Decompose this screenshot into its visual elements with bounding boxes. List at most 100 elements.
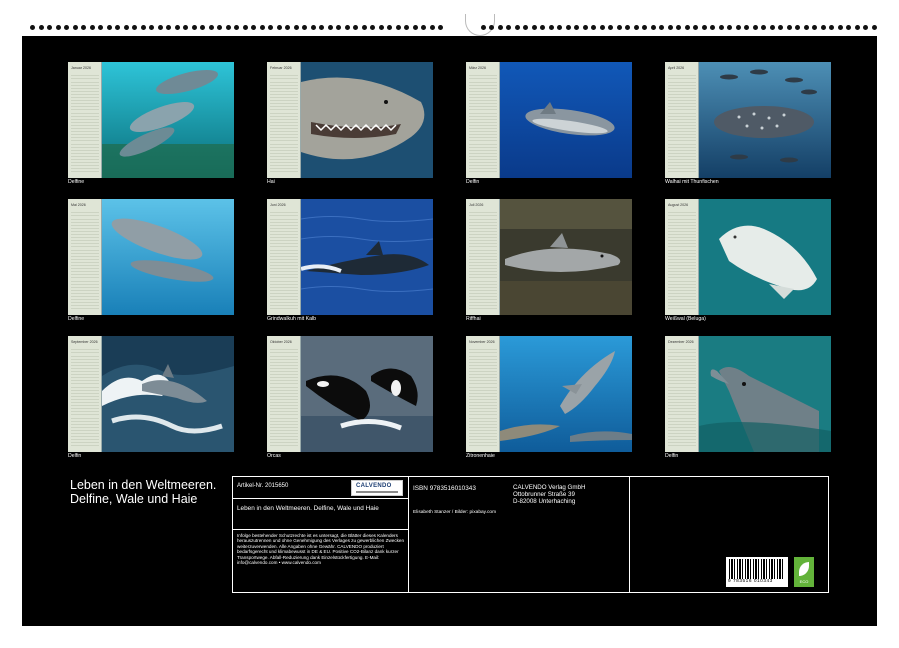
binding-hole xyxy=(574,25,579,30)
calvendo-logo: CALVENDO xyxy=(351,480,403,496)
binding-hole xyxy=(430,25,435,30)
month-name: Januar 2026 xyxy=(71,66,91,70)
dolphin-pod-photo xyxy=(102,62,234,178)
imprint-column-publisher: ISBN 9783516010343 CALVENDO Verlag GmbH … xyxy=(409,477,630,592)
month-name: Juni 2026 xyxy=(270,203,286,207)
binding-hole xyxy=(294,25,299,30)
binding-hole xyxy=(617,25,622,30)
binding-hole xyxy=(421,25,426,30)
calendar-title: Leben in den Weltmeeren. Delfine, Wale u… xyxy=(70,478,230,506)
binding-hole xyxy=(200,25,205,30)
month-name: März 2026 xyxy=(469,66,486,70)
month-name: Februar 2026 xyxy=(270,66,292,70)
reef-shark-photo xyxy=(500,199,632,315)
shark-closeup-photo xyxy=(301,62,433,178)
calendar-grid: April 2026 xyxy=(665,62,699,178)
month-name: Dezember 2026 xyxy=(668,340,694,344)
month-name: August 2026 xyxy=(668,203,688,207)
binding-hole xyxy=(396,25,401,30)
binding-hole xyxy=(387,25,392,30)
binding-hole xyxy=(243,25,248,30)
binding-hole xyxy=(583,25,588,30)
binding-hole xyxy=(285,25,290,30)
calendar-grid: März 2026 xyxy=(466,62,500,178)
lemon-sharks-photo xyxy=(500,336,632,452)
binding-hole xyxy=(260,25,265,30)
binding-hole xyxy=(659,25,664,30)
binding-hole xyxy=(693,25,698,30)
beluga-photo xyxy=(699,199,831,315)
binding-hole xyxy=(345,25,350,30)
binding-hole xyxy=(540,25,545,30)
binding-hole xyxy=(736,25,741,30)
dolphin-head-photo xyxy=(699,336,831,452)
calendar-grid: November 2026 xyxy=(466,336,500,452)
calendar-grid: Januar 2026 xyxy=(68,62,102,178)
binding-hole xyxy=(166,25,171,30)
binding-hole xyxy=(107,25,112,30)
binding-hole xyxy=(498,25,503,30)
month-caption: Grindwalkuh mit Kalb xyxy=(267,316,316,322)
month-name: November 2026 xyxy=(469,340,495,344)
binding-hole xyxy=(47,25,52,30)
month-caption: Delfine xyxy=(68,316,84,322)
binding-hole xyxy=(311,25,316,30)
binding-hole xyxy=(336,25,341,30)
binding-hole xyxy=(183,25,188,30)
binding-hole xyxy=(634,25,639,30)
month-tile-januar: Januar 2026 Delfine xyxy=(68,62,234,192)
binding-hole xyxy=(804,25,809,30)
binding-hole xyxy=(855,25,860,30)
calendar-back-sheet: Januar 2026 Delfine Februar 2026 xyxy=(22,36,877,626)
month-name: April 2026 xyxy=(668,66,684,70)
calendar-grid: Februar 2026 xyxy=(267,62,301,178)
binding-hole xyxy=(668,25,673,30)
month-tile-april: April 2026 Walhai mit Thunfischen xyxy=(665,62,831,192)
publisher-address: CALVENDO Verlag GmbH Ottobrunner Straße … xyxy=(513,484,623,505)
calendar-grid: Oktober 2026 xyxy=(267,336,301,452)
binding-hole xyxy=(591,25,596,30)
eco-leaf-icon: ECO xyxy=(794,557,814,587)
photo-credit: Elisabeth Stanzer / Bilder: pixabay.com xyxy=(413,510,496,515)
binding-hole xyxy=(353,25,358,30)
binding-hole xyxy=(770,25,775,30)
month-tile-februar: Februar 2026 Hai xyxy=(267,62,433,192)
month-tile-dezember: Dezember 2026 Delfin xyxy=(665,336,831,466)
binding-hole xyxy=(217,25,222,30)
binding-hole xyxy=(719,25,724,30)
binding-hole xyxy=(506,25,511,30)
binding-hole xyxy=(192,25,197,30)
month-caption: Delfin xyxy=(466,179,479,185)
calendar-grid: Mai 2026 xyxy=(68,199,102,315)
binding-hole xyxy=(158,25,163,30)
binding-hole xyxy=(438,25,443,30)
binding-hole xyxy=(277,25,282,30)
binding-hole xyxy=(821,25,826,30)
month-tile-juli: Juli 2026 Riffhai xyxy=(466,199,632,329)
month-caption: Zitronenhaie xyxy=(466,453,495,459)
binding-hole xyxy=(608,25,613,30)
month-name: Juli 2026 xyxy=(469,203,483,207)
pilot-whale-photo xyxy=(301,199,433,315)
month-tile-november: November 2026 Zitronenhaie xyxy=(466,336,632,466)
binding-hole xyxy=(787,25,792,30)
calendar-grid: September 2026 xyxy=(68,336,102,452)
binding-hole xyxy=(515,25,520,30)
calendar-subtitle: Leben in den Weltmeeren. Delfine, Wale u… xyxy=(237,505,405,513)
binding-hole xyxy=(413,25,418,30)
binding-hole xyxy=(30,25,35,30)
imprint-column-article: Artikel-Nr. 2015650 CALVENDO Leben in de… xyxy=(233,477,409,592)
barcode-number: 9 783516 010343 xyxy=(728,579,773,584)
binding-hole xyxy=(489,25,494,30)
month-tile-september: September 2026 Delfin xyxy=(68,336,234,466)
binding-hole xyxy=(600,25,605,30)
calendar-grid: Juni 2026 xyxy=(267,199,301,315)
binding-hole xyxy=(124,25,129,30)
binding-hole xyxy=(64,25,69,30)
binding-hole xyxy=(753,25,758,30)
month-tile-juni: Juni 2026 Grindwalkuh mit Kalb xyxy=(267,199,433,329)
whale-shark-photo xyxy=(699,62,831,178)
month-name: Oktober 2026 xyxy=(270,340,292,344)
month-name: September 2026 xyxy=(71,340,98,344)
binding-hole xyxy=(149,25,154,30)
